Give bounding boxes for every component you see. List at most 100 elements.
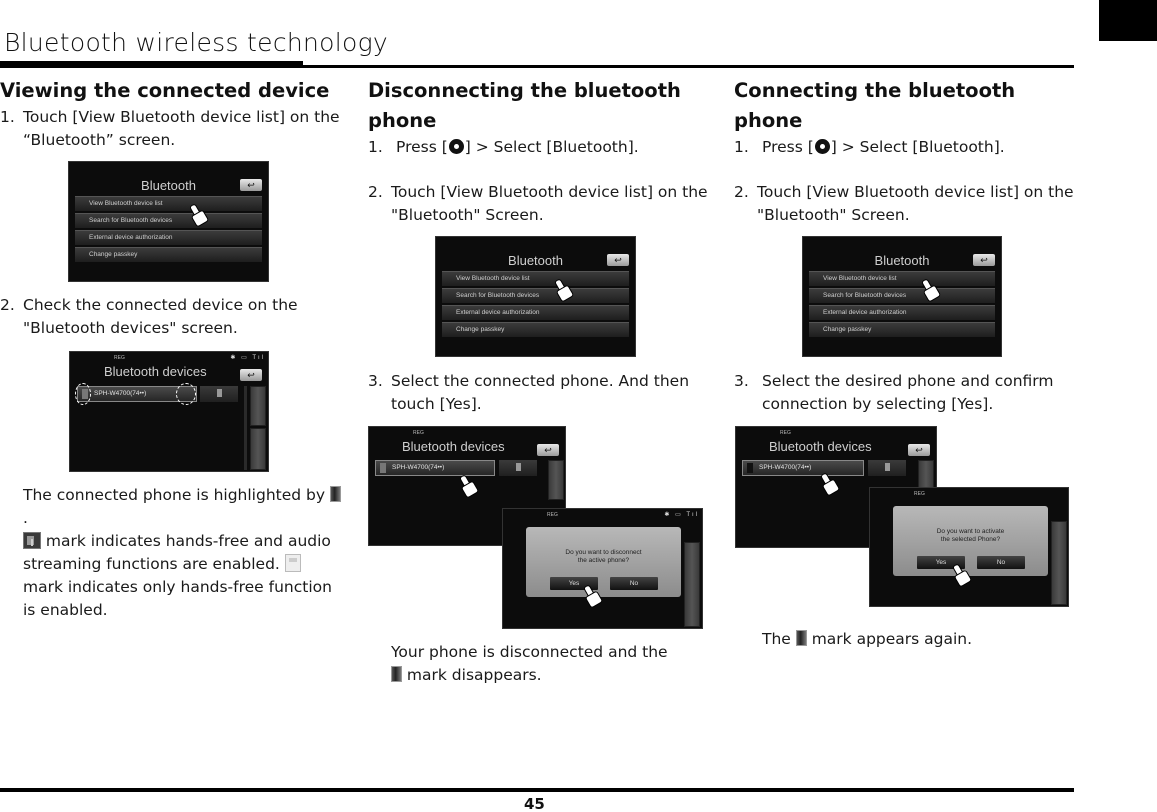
menu-item-view-device-list: View Bluetooth device list bbox=[75, 196, 262, 211]
section-title: Connecting the bluetooth phone bbox=[734, 79, 1016, 132]
page-number: 45 bbox=[524, 795, 545, 812]
phone-icon bbox=[380, 463, 386, 473]
step-number: 3. bbox=[734, 372, 749, 390]
back-button: ↩ bbox=[973, 254, 995, 266]
settings-gear-icon bbox=[448, 139, 464, 154]
scrollbar bbox=[684, 542, 700, 627]
step-3-wrap: 3. Select the connected phone. And then … bbox=[368, 370, 718, 416]
menu-item-change-passkey: Change passkey bbox=[75, 247, 262, 262]
screenshot-disconnect-dialog: REG ✱ ▭ Tıl Do you want to disconnect th… bbox=[502, 508, 703, 629]
menu-item-view-device-list: View Bluetooth device list bbox=[809, 271, 995, 286]
screen-title: Bluetooth devices bbox=[769, 439, 872, 454]
step-text: ] > Select [Bluetooth]. bbox=[464, 138, 639, 156]
pointing-hand-icon bbox=[919, 279, 937, 299]
scroll-down-button bbox=[250, 428, 266, 470]
reg-label: REG bbox=[413, 430, 424, 436]
note-line: . bbox=[23, 509, 28, 527]
no-button: No bbox=[977, 556, 1025, 569]
reg-label: REG bbox=[780, 430, 791, 436]
menu-item-external-authorization: External device authorization bbox=[442, 305, 629, 320]
menu-item-view-device-list: View Bluetooth device list bbox=[442, 271, 629, 286]
pointing-hand-icon bbox=[950, 564, 968, 584]
note-line: mark disappears. bbox=[402, 666, 542, 684]
back-button: ↩ bbox=[537, 444, 559, 456]
step-3-wrap: 3. Select the desired phone and confirm … bbox=[734, 370, 1074, 416]
step-2: 2. Touch [View Bluetooth device list] on… bbox=[734, 181, 1074, 227]
scrollbar bbox=[1051, 521, 1067, 605]
screenshot-bluetooth-menu: Bluetooth ↩ View Bluetooth device list S… bbox=[435, 236, 636, 357]
step-1: 1. Press [ ] > Select [Bluetooth]. bbox=[734, 136, 1074, 159]
step-2: 2. Touch [View Bluetooth device list] on… bbox=[368, 181, 718, 227]
pointing-hand-icon bbox=[581, 585, 599, 605]
dialog-message: Do you want to disconnect the active pho… bbox=[526, 549, 681, 565]
back-button: ↩ bbox=[240, 179, 262, 191]
note-line: The bbox=[762, 630, 796, 648]
section-viewing-connected-device: Viewing the connected device 1. Touch [V… bbox=[0, 76, 345, 152]
scroll-up-button bbox=[548, 460, 564, 500]
chapter-tab-marker bbox=[1099, 0, 1157, 41]
device-name: SPH-W4700(74••) bbox=[94, 390, 147, 397]
handsfree-audio-mark-icon bbox=[23, 532, 41, 549]
step-number: 1. bbox=[734, 138, 749, 156]
step-2-wrap: 2. Check the connected device on the "Bl… bbox=[0, 294, 345, 340]
step-text: Press [ bbox=[762, 138, 814, 156]
screenshot-bluetooth-menu: Bluetooth ↩ View Bluetooth device list S… bbox=[68, 161, 269, 282]
step-1: 1. Press [ ] > Select [Bluetooth]. bbox=[368, 136, 718, 159]
note-disconnecting: Your phone is disconnected and the mark … bbox=[368, 641, 718, 687]
step-text: Touch [View Bluetooth device list] on th… bbox=[23, 108, 340, 149]
reg-label: REG bbox=[547, 512, 558, 518]
section-disconnecting: Disconnecting the bluetooth phone 1. Pre… bbox=[368, 76, 718, 227]
handsfree-only-mark-icon bbox=[284, 554, 301, 572]
connected-phone-mark-icon bbox=[391, 666, 402, 682]
note-viewing: The connected phone is highlighted by . … bbox=[0, 484, 345, 622]
highlight-circle-phone bbox=[75, 383, 91, 405]
step-text: ] > Select [Bluetooth]. bbox=[830, 138, 1005, 156]
dialog-message-line: the active phone? bbox=[577, 557, 630, 564]
step-text: Select the connected phone. And then tou… bbox=[391, 372, 690, 413]
delete-icon bbox=[200, 386, 238, 402]
menu-item-search-devices: Search for Bluetooth devices bbox=[75, 213, 262, 228]
note-text: The connected phone is highlighted by . … bbox=[0, 484, 345, 622]
device-row: SPH-W4700(74••) bbox=[742, 460, 864, 476]
step-number: 1. bbox=[368, 138, 383, 156]
dialog-message-line: the selected Phone? bbox=[940, 536, 1001, 543]
connected-phone-mark-icon bbox=[329, 486, 341, 502]
status-icons: ✱ ▭ Tıl bbox=[664, 512, 699, 518]
dialog-message: Do you want to activate the selected Pho… bbox=[893, 528, 1048, 544]
section-connecting: Connecting the bluetooth phone 1. Press … bbox=[734, 76, 1074, 227]
step-number: 2. bbox=[368, 183, 383, 201]
scroll-track bbox=[244, 386, 247, 470]
step-1: 1. Touch [View Bluetooth device list] on… bbox=[0, 106, 345, 152]
dialog-message-line: Do you want to disconnect bbox=[565, 549, 642, 556]
phone-icon bbox=[747, 463, 753, 473]
device-row: SPH-W4700(74••) bbox=[375, 460, 495, 476]
confirm-dialog: Do you want to disconnect the active pho… bbox=[526, 527, 681, 597]
step-text: Select the desired phone and confirm con… bbox=[762, 372, 1054, 413]
note-text: The mark appears again. bbox=[734, 628, 1074, 651]
pointing-hand-icon bbox=[818, 473, 836, 493]
status-icons: ✱ ▭ Tıl bbox=[230, 355, 265, 361]
note-connecting: The mark appears again. bbox=[734, 628, 1074, 651]
note-line: mark appears again. bbox=[806, 630, 973, 648]
step-number: 1. bbox=[0, 108, 15, 126]
note-line: mark indicates only hands-free function … bbox=[23, 578, 332, 619]
delete-icon bbox=[868, 460, 906, 476]
screenshot-connect-dialog: REG Do you want to activate the selected… bbox=[869, 487, 1069, 607]
device-name: SPH-W4700(74••) bbox=[759, 464, 812, 471]
screen-title: Bluetooth devices bbox=[104, 364, 207, 379]
settings-gear-icon bbox=[814, 139, 830, 154]
screen-title: Bluetooth bbox=[141, 178, 196, 193]
step-2: 2. Check the connected device on the "Bl… bbox=[0, 294, 345, 340]
step-text: Touch [View Bluetooth device list] on th… bbox=[391, 183, 708, 224]
back-button: ↩ bbox=[908, 444, 930, 456]
pointing-hand-icon bbox=[187, 204, 205, 224]
step-3: 3. Select the desired phone and confirm … bbox=[734, 370, 1074, 416]
step-text: Press [ bbox=[396, 138, 448, 156]
confirm-dialog: Do you want to activate the selected Pho… bbox=[893, 506, 1048, 576]
menu-item-search-devices: Search for Bluetooth devices bbox=[809, 288, 995, 303]
step-number: 2. bbox=[734, 183, 749, 201]
no-button: No bbox=[610, 577, 658, 590]
scroll-up-button bbox=[250, 386, 266, 426]
step-text: Check the connected device on the "Bluet… bbox=[23, 296, 298, 337]
header-rule bbox=[0, 65, 1074, 68]
